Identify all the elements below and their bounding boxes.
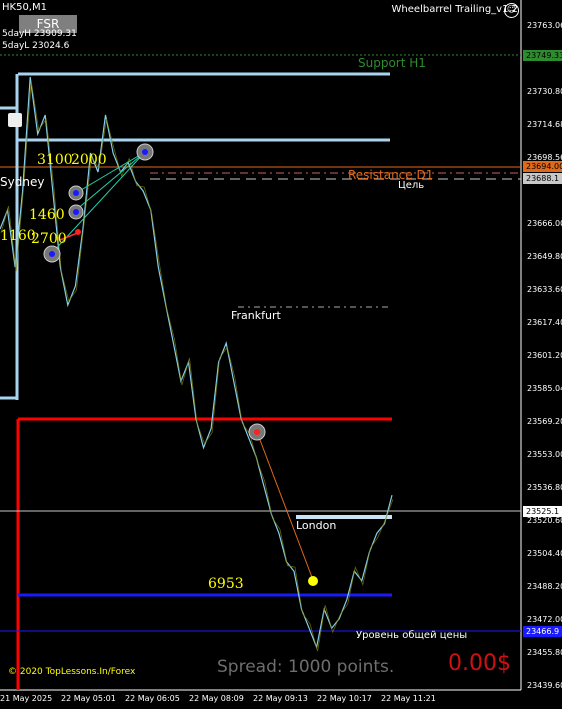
plot-area <box>0 0 521 690</box>
support-price-box: 23749.33 <box>523 50 562 61</box>
day-high-label: 5dayH 23909.31 <box>2 29 77 39</box>
price-tick: 23536.80 <box>527 483 562 492</box>
time-tick: 22 May 05:01 <box>61 694 116 703</box>
trade-number-2000: 2000 <box>71 152 107 168</box>
price-tick: 23585.04 <box>527 384 562 393</box>
trade-number-3100: 3100 <box>37 152 73 168</box>
resistance-price-box: 23694.00 <box>523 161 562 172</box>
price-tick: 23730.80 <box>527 87 562 96</box>
time-tick: 21 May 2025 <box>0 694 53 703</box>
price-tick: 23472.00 <box>527 615 562 624</box>
target-price-box: 23688.1 <box>523 173 562 184</box>
price-tick: 23714.68 <box>527 120 562 129</box>
time-tick: 22 May 06:05 <box>125 694 180 703</box>
current-price-box: 23525.1 <box>523 506 562 517</box>
frankfurt-session-label: Frankfurt <box>231 309 281 322</box>
target-label: Цель <box>398 180 425 191</box>
price-tick: 23569.20 <box>527 417 562 426</box>
time-tick: 22 May 10:17 <box>317 694 372 703</box>
support-label: Support H1 <box>358 56 426 70</box>
price-tick: 23504.40 <box>527 549 562 558</box>
price-tick: 23520.60 <box>527 516 562 525</box>
price-tick: 23763.06 <box>527 21 562 30</box>
trade-number-2700: 2700 <box>31 231 67 247</box>
price-tick: 23649.80 <box>527 252 562 261</box>
symbol-label: HK50,M1 <box>2 2 47 13</box>
price-tick: 23455.80 <box>527 648 562 657</box>
price-tick: 23488.20 <box>527 582 562 591</box>
time-tick: 22 May 11:21 <box>381 694 436 703</box>
trade-number-1460: 1460 <box>29 207 65 223</box>
price-tick: 23439.60 <box>527 681 562 690</box>
price-tick: 23617.40 <box>527 318 562 327</box>
copyright-label: © 2020 TopLessons.In/Forex <box>8 667 136 677</box>
price-tick: 23601.20 <box>527 351 562 360</box>
sydney-session-label: Sydney <box>0 175 45 189</box>
ea-name-label: Wheelbarrel Trailing_v1.2 <box>391 4 518 15</box>
collapse-button[interactable] <box>8 113 22 127</box>
trade-number-6953: 6953 <box>208 576 244 592</box>
price-tick: 23553.00 <box>527 450 562 459</box>
spread-label: Spread: 1000 points. <box>217 657 395 677</box>
profit-label: 0.00$ <box>448 651 511 676</box>
time-tick: 22 May 08:09 <box>189 694 244 703</box>
price-tick: 23633.60 <box>527 285 562 294</box>
day-low-label: 5dayL 23024.6 <box>2 41 70 51</box>
london-session-label: London <box>296 519 337 532</box>
smiley-icon: ☺ <box>504 3 519 18</box>
price-tick: 23666.00 <box>527 219 562 228</box>
price-chart[interactable] <box>0 0 562 709</box>
time-tick: 22 May 09:13 <box>253 694 308 703</box>
total-level-label: Уровень общей цены <box>356 630 468 641</box>
total-level-price-box: 23466.9 <box>523 626 562 637</box>
